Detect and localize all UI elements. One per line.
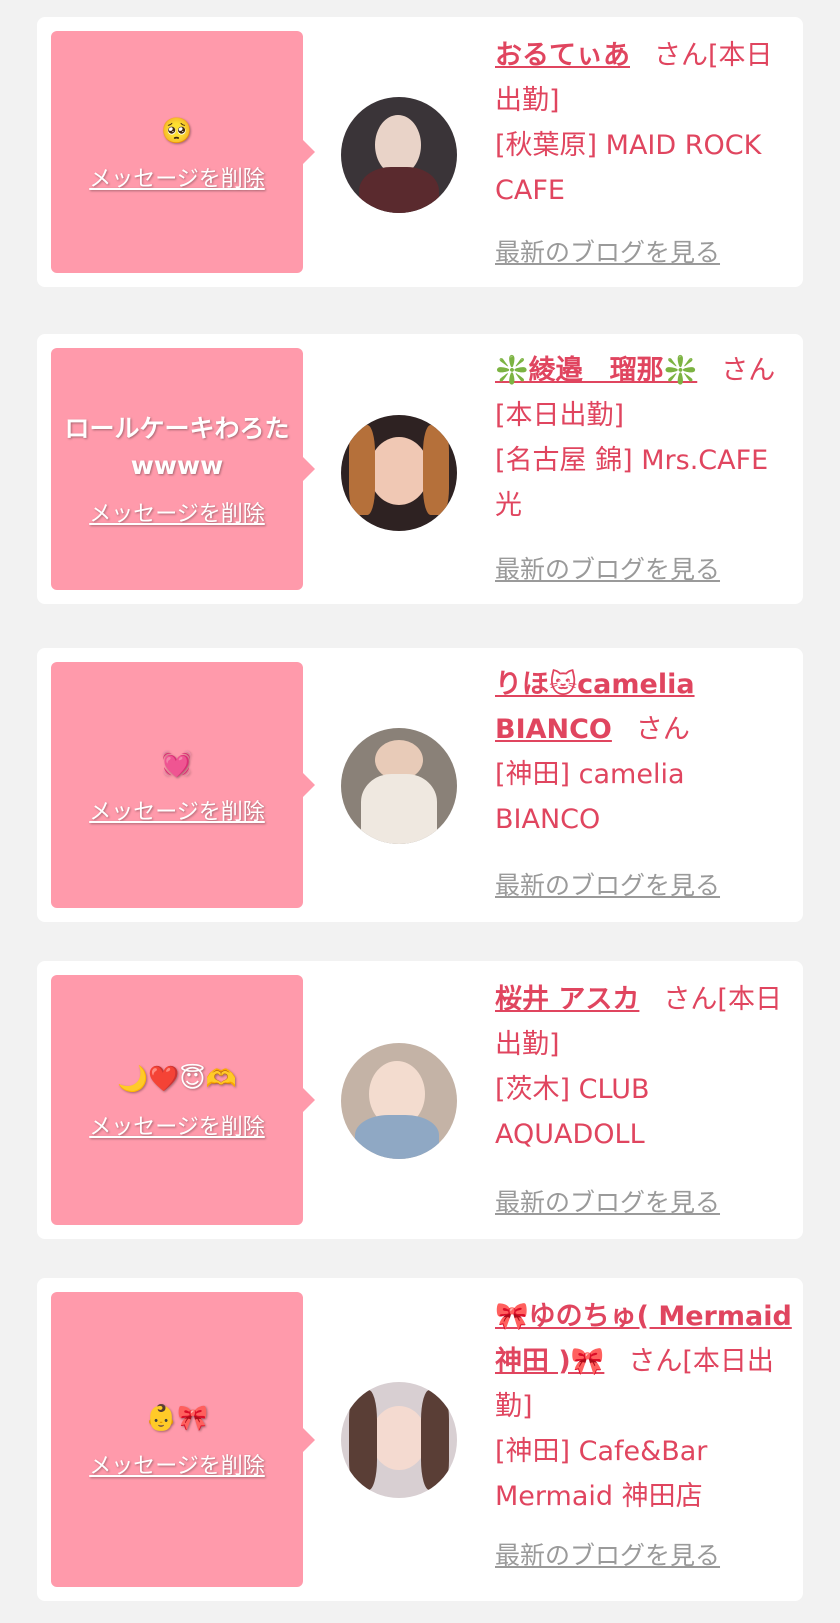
- cast-info: ❇️綾邉 瑠那❇️ さん[本日出勤] [名古屋 錦] Mrs.CAFE 光: [495, 348, 795, 528]
- message-bubble: ロールケーキわろたwwww メッセージを削除: [51, 348, 315, 590]
- message-bubble: 👶🎀 メッセージを削除: [51, 1292, 315, 1587]
- message-card: 💓 メッセージを削除 りほ🐱camelia BIANCO さん [神田] came…: [37, 648, 803, 922]
- latest-blog-link[interactable]: 最新のブログを見る: [495, 1536, 720, 1572]
- delete-message-link[interactable]: メッセージを削除: [89, 1109, 265, 1141]
- message-bubble: 💓 メッセージを削除: [51, 662, 315, 908]
- message-bubble: 🌙❤️😇🫶 メッセージを削除: [51, 975, 315, 1225]
- delete-message-link[interactable]: メッセージを削除: [89, 161, 265, 193]
- message-card: 🥺 メッセージを削除 おるてぃあ さん[本日出勤] [秋葉原] MAID ROCK…: [37, 17, 803, 287]
- avatar[interactable]: [341, 97, 457, 213]
- delete-message-link[interactable]: メッセージを削除: [89, 794, 265, 826]
- cast-suffix: さん: [635, 714, 690, 745]
- avatar[interactable]: [341, 1043, 457, 1159]
- shop-name: [秋葉原] MAID ROCK CAFE: [495, 130, 762, 206]
- latest-blog-link[interactable]: 最新のブログを見る: [495, 233, 720, 269]
- delete-message-link[interactable]: メッセージを削除: [89, 496, 265, 528]
- shop-name: [神田] Cafe&Bar Mermaid 神田店: [495, 1436, 708, 1512]
- cast-name-link[interactable]: ❇️綾邉 瑠那❇️: [495, 355, 697, 386]
- shop-name: [名古屋 錦] Mrs.CAFE 光: [495, 445, 769, 521]
- cast-name-link[interactable]: 桜井 アスカ: [495, 984, 639, 1015]
- cast-info: 🎀ゆのちゅ( Mermaid神田 )🎀 さん[本日出勤] [神田] Cafe&Ba…: [495, 1294, 805, 1519]
- cast-info: りほ🐱camelia BIANCO さん [神田] camelia BIANCO: [495, 662, 795, 842]
- avatar[interactable]: [341, 728, 457, 844]
- latest-blog-link[interactable]: 最新のブログを見る: [495, 1183, 720, 1219]
- message-text: ロールケーキわろたwwww: [64, 414, 290, 480]
- message-card: 👶🎀 メッセージを削除 🎀ゆのちゅ( Mermaid神田 )🎀 さん[本日出勤] …: [37, 1278, 803, 1601]
- latest-blog-link[interactable]: 最新のブログを見る: [495, 550, 720, 586]
- delete-message-link[interactable]: メッセージを削除: [89, 1448, 265, 1480]
- shop-name: [神田] camelia BIANCO: [495, 759, 685, 835]
- message-list: 🥺 メッセージを削除 おるてぃあ さん[本日出勤] [秋葉原] MAID ROCK…: [0, 0, 840, 1623]
- shop-name: [茨木] CLUB AQUADOLL: [495, 1074, 650, 1150]
- cast-info: 桜井 アスカ さん[本日出勤] [茨木] CLUB AQUADOLL: [495, 977, 795, 1157]
- message-bubble: 🥺 メッセージを削除: [51, 31, 315, 273]
- avatar[interactable]: [341, 1382, 457, 1498]
- message-text: 🌙❤️😇🫶: [117, 1063, 237, 1093]
- cast-info: おるてぃあ さん[本日出勤] [秋葉原] MAID ROCK CAFE: [495, 33, 795, 213]
- message-text: 👶🎀: [145, 1403, 209, 1432]
- message-card: 🌙❤️😇🫶 メッセージを削除 桜井 アスカ さん[本日出勤] [茨木] CLUB …: [37, 961, 803, 1239]
- message-card: ロールケーキわろたwwww メッセージを削除 ❇️綾邉 瑠那❇️ さん[本日出勤]…: [37, 334, 803, 604]
- latest-blog-link[interactable]: 最新のブログを見る: [495, 866, 720, 902]
- message-text: 💓: [161, 748, 193, 778]
- cast-name-link[interactable]: おるてぃあ: [495, 40, 630, 71]
- message-text: 🥺: [161, 115, 193, 145]
- avatar[interactable]: [341, 415, 457, 531]
